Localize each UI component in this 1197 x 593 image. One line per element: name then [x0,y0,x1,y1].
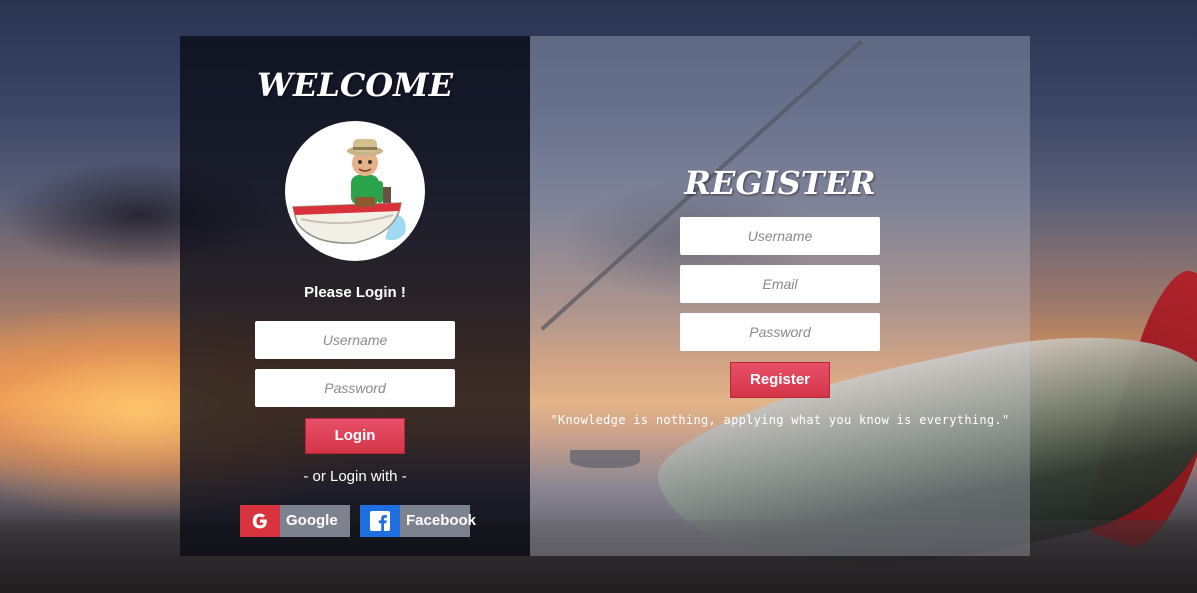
fisherman-avatar-illustration [292,139,406,244]
register-email-input[interactable] [680,265,880,303]
register-button[interactable]: Register [730,362,830,398]
register-panel: REGISTER Register "Knowledge is nothing,… [530,36,1030,556]
login-prompt: Please Login ! [304,284,406,301]
google-label: Google [286,512,338,529]
google-g-icon [240,505,280,537]
register-password-input[interactable] [680,313,880,351]
alt-login-text: - or Login with - [303,468,407,485]
google-login-button[interactable]: Google [240,505,350,537]
facebook-f-icon [360,505,400,537]
facebook-login-button[interactable]: Facebook [360,505,476,537]
login-password-input[interactable] [255,369,455,407]
login-title: WELCOME [257,66,453,104]
register-username-input[interactable] [680,217,880,255]
login-username-input[interactable] [255,321,455,359]
login-panel: WELCOME Please Login ! Username Login - … [180,36,530,556]
facebook-label: Facebook [406,512,477,529]
register-quote: "Knowledge is nothing, applying what you… [550,413,1010,427]
register-title: REGISTER [684,164,876,202]
avatar [285,121,425,261]
login-button[interactable]: Login [305,418,405,454]
